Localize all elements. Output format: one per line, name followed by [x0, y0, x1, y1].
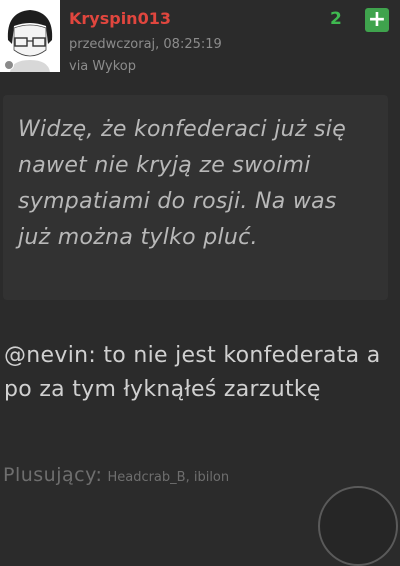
plusers-label: Plusujący: [3, 464, 103, 486]
plus-button[interactable]: + [365, 8, 389, 32]
avatar[interactable] [0, 0, 60, 72]
plusers-row: Plusujący: Headcrab_B, ibilon [3, 464, 229, 486]
plusers-names[interactable]: Headcrab_B, ibilon [107, 470, 229, 485]
vote-count: 2 [330, 9, 342, 29]
post-source: via Wykop [69, 59, 136, 74]
reply-text: @nevin: to nie jest konfederata a po za … [4, 343, 381, 402]
quote-text: Widzę, że konfederaci już się nawet nie … [18, 117, 347, 250]
floating-action-button[interactable] [318, 486, 398, 566]
plus-icon: + [367, 7, 387, 32]
status-dot-icon [4, 60, 14, 70]
post-timestamp: przedwczoraj, 08:25:19 [69, 37, 222, 52]
username-link[interactable]: Kryspin013 [69, 9, 171, 28]
